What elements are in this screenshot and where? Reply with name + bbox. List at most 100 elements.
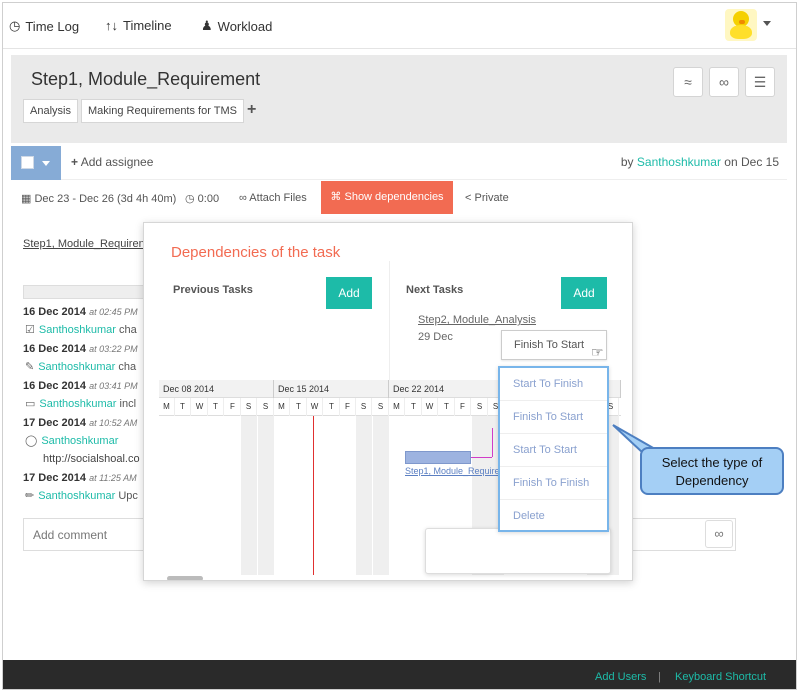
gantt-week: Dec 08 2014 xyxy=(159,380,274,398)
add-users-link[interactable]: Add Users xyxy=(595,671,646,683)
task-header: Step1, Module_Requirement Analysis Makin… xyxy=(11,55,787,143)
add-assignee-button[interactable]: + Add assignee xyxy=(71,155,153,169)
comment-icon: ◯ xyxy=(25,435,38,447)
activity-user[interactable]: Santhoshkumar xyxy=(38,490,115,502)
popup-title: Dependencies of the task xyxy=(171,244,341,261)
gantt-day: F xyxy=(340,398,356,416)
activity-user[interactable]: Santhoshkumar xyxy=(41,435,118,447)
activity-date: 17 Dec 2014 at 11:25 AM xyxy=(23,472,137,484)
horizontal-scrollbar[interactable] xyxy=(167,576,203,580)
activity-item: ☑ Santhoshkumar cha xyxy=(25,324,137,336)
chevron-down-icon[interactable] xyxy=(763,21,771,26)
date-range-label: Dec 23 - Dec 26 (3d 4h 40m) xyxy=(34,193,177,205)
link-icon[interactable]: ∞ xyxy=(709,67,739,97)
activity-user[interactable]: Santhoshkumar xyxy=(38,361,115,373)
add-next-task-button[interactable]: Add xyxy=(561,277,607,309)
activity-date: 16 Dec 2014 at 03:41 PM xyxy=(23,380,138,392)
dependency-type-menu: Start To Finish Finish To Start Start To… xyxy=(498,366,609,532)
gantt-day: M xyxy=(389,398,405,416)
activity-user[interactable]: Santhoshkumar xyxy=(39,398,116,410)
gantt-day: M xyxy=(159,398,175,416)
comment-placeholder: Add comment xyxy=(33,528,108,542)
gantt-day: F xyxy=(455,398,471,416)
complete-checkbox-button[interactable] xyxy=(11,146,61,180)
dependency-link-line xyxy=(471,457,492,458)
nav-time-log-label: Time Log xyxy=(25,18,80,34)
creator-link[interactable]: Santhoshkumar xyxy=(637,155,721,169)
callout-annotation: Select the type of Dependency xyxy=(640,447,784,495)
activity-user[interactable]: Santhoshkumar xyxy=(39,324,116,336)
gantt-day: T xyxy=(324,398,340,416)
menu-item-start-to-finish[interactable]: Start To Finish xyxy=(500,368,607,401)
menu-icon[interactable]: ☰ xyxy=(745,67,775,97)
user-icon: ♟ xyxy=(201,18,213,33)
calendar-icon: ▦ xyxy=(21,193,32,205)
gantt-day: F xyxy=(225,398,241,416)
today-line xyxy=(313,416,314,575)
menu-item-delete[interactable]: Delete xyxy=(500,500,607,533)
nav-time-log[interactable]: ◷ Time Log xyxy=(9,18,79,34)
avatar[interactable] xyxy=(725,9,757,41)
gantt-day: M xyxy=(274,398,290,416)
next-tasks-heading: Next Tasks xyxy=(406,284,464,296)
privacy-toggle[interactable]: < Private xyxy=(465,192,509,204)
time-spent-label: 0:00 xyxy=(197,193,220,205)
gantt-day: W xyxy=(192,398,208,416)
paperclip-icon: ∞ xyxy=(239,192,247,204)
show-dependencies-button[interactable]: ⌘ Show dependencies xyxy=(321,181,453,214)
tag-making-requirements[interactable]: Making Requirements for TMS xyxy=(81,99,244,123)
menu-item-finish-to-finish[interactable]: Finish To Finish xyxy=(500,467,607,500)
assignee-row: + Add assignee by Santhoshkumar on Dec 1… xyxy=(11,146,787,180)
gantt-task-bar[interactable] xyxy=(405,451,471,464)
gantt-weekend-shade xyxy=(258,416,274,575)
gantt-day: S xyxy=(356,398,372,416)
activity-item: ✏ Santhoshkumar Upc xyxy=(25,490,138,502)
next-task-link[interactable]: Step2, Module_Analysis xyxy=(418,314,536,326)
pencil-icon: ✏ xyxy=(25,490,35,502)
top-nav: ◷ Time Log ↑↓ Timeline ♟ Workload xyxy=(3,3,796,49)
created-date: on Dec 15 xyxy=(724,155,779,169)
clock-icon: ◷ xyxy=(185,193,195,205)
nav-timeline[interactable]: ↑↓ Timeline xyxy=(105,18,172,33)
paperclip-icon[interactable]: ∞ xyxy=(705,520,733,548)
time-spent[interactable]: ◷ 0:00 xyxy=(185,192,219,205)
app-window: ◷ Time Log ↑↓ Timeline ♟ Workload Step1,… xyxy=(2,2,797,690)
nav-workload-label: Workload xyxy=(217,18,273,34)
activity-url[interactable]: http://socialshoal.co xyxy=(43,453,140,465)
gantt-day: S xyxy=(241,398,257,416)
tag-analysis[interactable]: Analysis xyxy=(23,99,78,123)
gantt-week: Dec 15 2014 xyxy=(274,380,389,398)
attach-files-label: Attach Files xyxy=(249,192,307,204)
hand-cursor-icon: ☞ xyxy=(591,344,604,360)
folder-icon: ▭ xyxy=(25,398,36,410)
next-task-date: 29 Dec xyxy=(418,331,453,343)
menu-item-start-to-start[interactable]: Start To Start xyxy=(500,434,607,467)
progress-bar xyxy=(23,285,153,299)
gantt-weekend-shade xyxy=(241,416,257,575)
rss-icon[interactable]: ≈ xyxy=(673,67,703,97)
clock-icon: ◷ xyxy=(9,18,21,33)
gantt-weekend-shade xyxy=(356,416,372,575)
gantt-day: S xyxy=(373,398,389,416)
add-previous-task-button[interactable]: Add xyxy=(326,277,372,309)
privacy-label: Private xyxy=(474,192,509,204)
created-by: by Santhoshkumar on Dec 15 xyxy=(621,155,779,169)
task-meta-row: ▦ Dec 23 - Dec 26 (3d 4h 40m) ◷ 0:00 ∞ A… xyxy=(11,181,787,215)
gantt-day: T xyxy=(291,398,307,416)
gantt-day: T xyxy=(208,398,224,416)
task-link[interactable]: Step1, Module_Requiren xyxy=(23,238,145,250)
gantt-weekend-shade xyxy=(373,416,389,575)
date-range[interactable]: ▦ Dec 23 - Dec 26 (3d 4h 40m) xyxy=(21,192,176,205)
column-divider xyxy=(389,261,390,381)
gantt-day: S xyxy=(258,398,274,416)
attach-files-button[interactable]: ∞ Attach Files xyxy=(239,192,307,204)
dependency-link-line xyxy=(492,428,493,457)
nav-timeline-label: Timeline xyxy=(123,18,172,33)
nav-workload[interactable]: ♟ Workload xyxy=(201,18,272,34)
gantt-day: T xyxy=(439,398,455,416)
plus-icon: + xyxy=(71,155,79,169)
menu-item-finish-to-start[interactable]: Finish To Start xyxy=(500,401,607,434)
keyboard-shortcut-link[interactable]: Keyboard Shortcut xyxy=(675,671,766,683)
activity-date: 17 Dec 2014 at 10:52 AM xyxy=(23,417,138,429)
add-tag-icon[interactable]: + xyxy=(247,101,256,119)
